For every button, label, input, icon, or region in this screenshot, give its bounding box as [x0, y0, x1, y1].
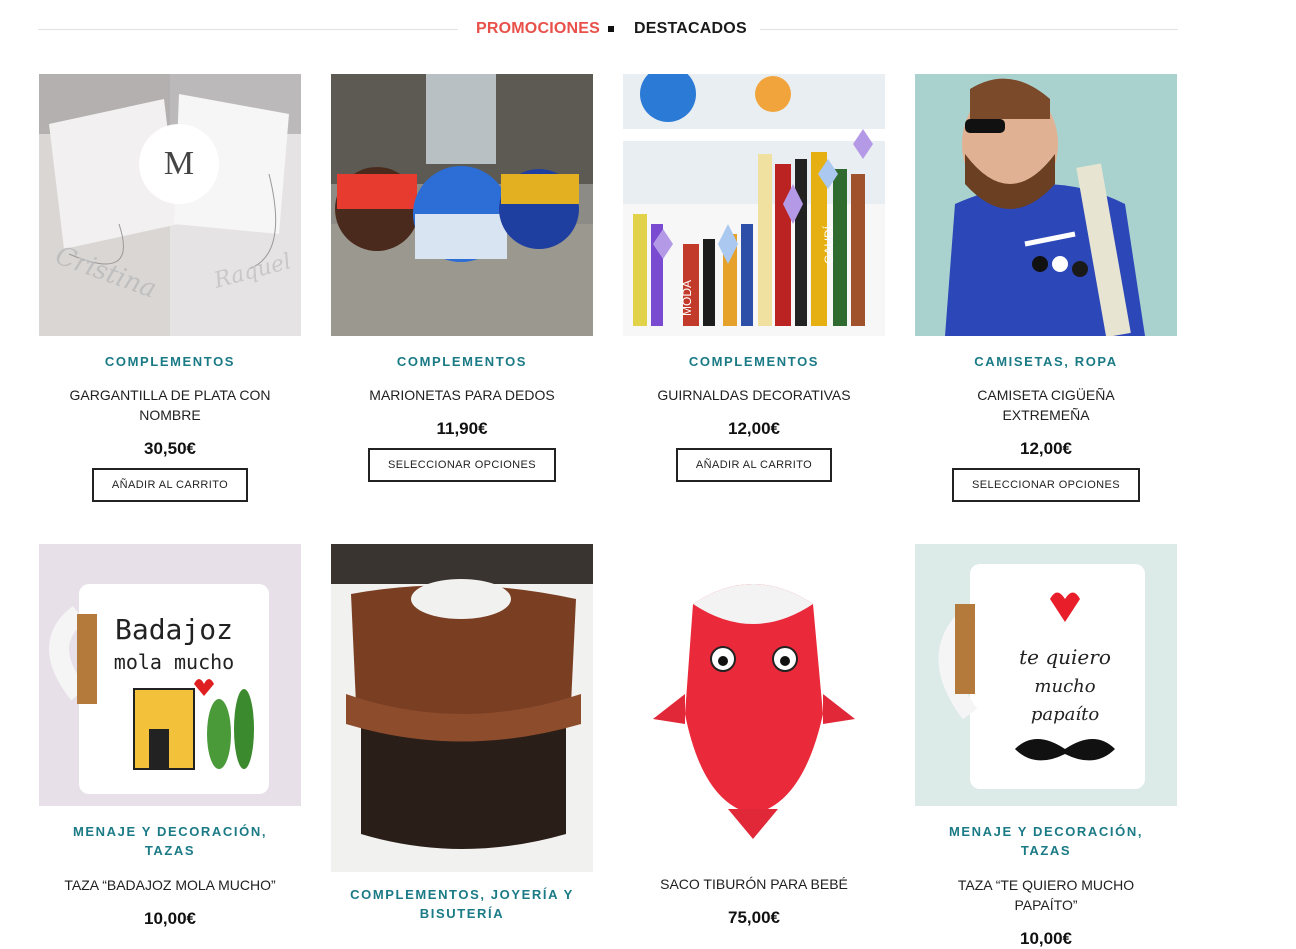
- category-link[interactable]: MENAJE Y DECORACIÓN: [949, 824, 1138, 839]
- product-category: CAMISETAS, ROPA: [974, 354, 1118, 369]
- product-card: Badajoz mola mucho MENAJE Y DECORACIÓN, T…: [39, 544, 301, 929]
- product-image[interactable]: [331, 544, 593, 872]
- product-title[interactable]: SACO TIBURÓN PARA BEBÉ: [623, 874, 885, 894]
- select-options-button[interactable]: SELECCIONAR OPCIONES: [952, 468, 1140, 502]
- product-price: 10,00€: [144, 909, 196, 928]
- product-title[interactable]: MARIONETAS PARA DEDOS: [331, 385, 593, 405]
- product-price: 75,00€: [728, 908, 780, 927]
- product-image[interactable]: [915, 74, 1177, 336]
- product-category: COMPLEMENTOS: [39, 352, 301, 371]
- svg-text:GAUDÍ: GAUDÍ: [821, 225, 836, 264]
- product-category: MENAJE Y DECORACIÓN, TAZAS: [948, 824, 1144, 858]
- svg-text:MODA: MODA: [680, 280, 694, 316]
- product-image[interactable]: M Cristina Raquel: [39, 74, 301, 336]
- product-category: COMPLEMENTOS: [623, 352, 885, 371]
- svg-text:mucho: mucho: [1034, 676, 1095, 697]
- svg-text:mola mucho: mola mucho: [114, 650, 234, 674]
- select-options-button[interactable]: SELECCIONAR OPCIONES: [368, 448, 556, 482]
- product-image[interactable]: MODA GAUDÍ: [623, 74, 885, 336]
- add-to-cart-button[interactable]: AÑADIR AL CARRITO: [675, 448, 833, 482]
- product-title[interactable]: CAMISETA CIGÜEÑA EXTREMEÑA: [915, 385, 1177, 425]
- product-category: MENAJE Y DECORACIÓN, TAZAS: [72, 824, 268, 858]
- category-link[interactable]: COMPLEMENTOS: [350, 887, 480, 902]
- product-title[interactable]: GUIRNALDAS DECORATIVAS: [623, 385, 885, 405]
- product-price: 12,00€: [728, 419, 780, 438]
- category-link[interactable]: TAZAS: [1021, 843, 1071, 858]
- product-price: 11,90€: [436, 419, 488, 438]
- product-card: MODA GAUDÍ COMPLEMENTOS GUIRNALDAS DECOR…: [623, 74, 885, 482]
- svg-text:M: M: [164, 145, 194, 182]
- product-image[interactable]: [623, 544, 885, 844]
- product-price: 30,50€: [144, 439, 196, 458]
- product-card: COMPLEMENTOS MARIONETAS PARA DEDOS 11,90…: [331, 74, 593, 482]
- category-link[interactable]: COMPLEMENTOS: [397, 354, 527, 369]
- product-card: COMPLEMENTOS, JOYERÍA Y BISUTERÍA: [331, 544, 593, 923]
- svg-text:Badajoz: Badajoz: [115, 613, 233, 646]
- product-image[interactable]: te quiero mucho papaíto: [915, 544, 1177, 806]
- category-link[interactable]: MENAJE Y DECORACIÓN: [73, 824, 262, 839]
- product-card: SACO TIBURÓN PARA BEBÉ 75,00€: [623, 544, 885, 928]
- product-title[interactable]: TAZA “BADAJOZ MOLA MUCHO”: [39, 875, 301, 895]
- svg-text:te quiero: te quiero: [1019, 645, 1111, 669]
- product-category: COMPLEMENTOS: [331, 352, 593, 371]
- product-category: COMPLEMENTOS, JOYERÍA Y BISUTERÍA: [350, 887, 574, 921]
- product-image[interactable]: Badajoz mola mucho: [39, 544, 301, 806]
- product-card: CAMISETAS, ROPA CAMISETA CIGÜEÑA EXTREME…: [915, 74, 1177, 502]
- product-grid: M Cristina Raquel COMPLEMENTOS GARGANTIL…: [0, 0, 1296, 948]
- product-title[interactable]: TAZA “TE QUIERO MUCHO PAPAÍTO”: [915, 875, 1177, 915]
- category-link[interactable]: ROPA: [1075, 354, 1118, 369]
- category-link[interactable]: TAZAS: [145, 843, 195, 858]
- svg-text:papaíto: papaíto: [1031, 704, 1099, 725]
- category-link[interactable]: COMPLEMENTOS: [689, 354, 819, 369]
- product-card: te quiero mucho papaíto MENAJE Y DECORAC…: [915, 544, 1177, 949]
- product-price: 12,00€: [1020, 439, 1072, 458]
- product-card: M Cristina Raquel COMPLEMENTOS GARGANTIL…: [39, 74, 301, 502]
- category-link[interactable]: COMPLEMENTOS: [105, 354, 235, 369]
- product-title[interactable]: GARGANTILLA DE PLATA CON NOMBRE: [39, 385, 301, 425]
- category-link[interactable]: CAMISETAS: [974, 354, 1064, 369]
- product-image[interactable]: [331, 74, 593, 336]
- product-price: 10,00€: [1020, 929, 1072, 948]
- add-to-cart-button[interactable]: AÑADIR AL CARRITO: [91, 468, 249, 502]
